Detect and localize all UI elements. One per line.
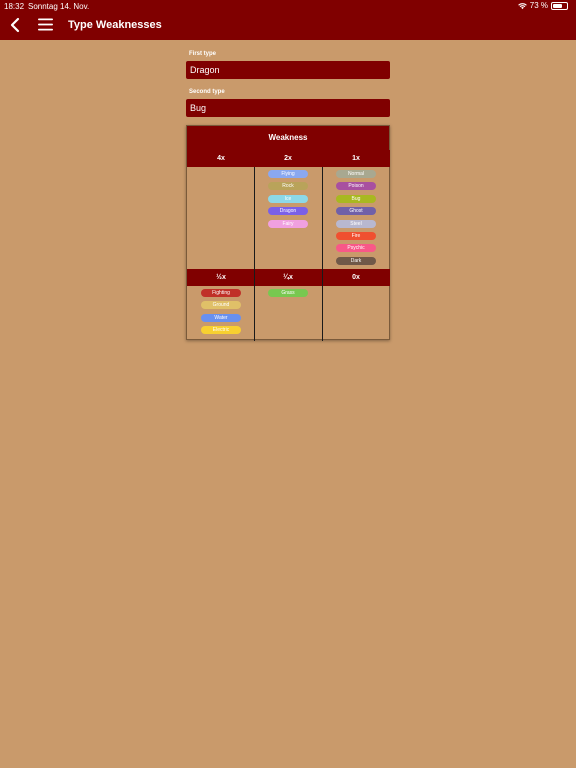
type-badge-fighting: Fighting	[201, 289, 241, 297]
type-cell: Flying Rock Ice Dragon Fairy	[254, 167, 322, 269]
column-header: 2x	[254, 150, 322, 167]
column-divider	[254, 167, 255, 341]
type-badge-bug: Bug	[336, 194, 376, 203]
type-cell: Grass	[254, 286, 322, 340]
column-divider	[322, 167, 323, 341]
status-indicators: 73 %	[517, 1, 568, 10]
wifi-icon	[517, 2, 527, 9]
type-cell: Fighting Ground Water Electric	[187, 286, 255, 340]
type-badge-poison: Poison	[336, 182, 376, 191]
type-badge-ground: Ground	[201, 301, 241, 310]
type-badge-psychic: Psychic	[336, 244, 376, 253]
type-badge-dark: Dark	[336, 256, 376, 265]
second-type-select[interactable]: Bug	[186, 99, 390, 117]
status-date: Sonntag 14. Nov.	[28, 2, 90, 11]
type-badge-rock: Rock	[268, 182, 308, 191]
type-badge-normal: Normal	[336, 170, 376, 178]
type-badge-dragon: Dragon	[268, 207, 308, 216]
weakness-title: Weakness	[187, 126, 389, 150]
app-header: 18:32 Sonntag 14. Nov. 73 % Type Weaknes…	[0, 0, 576, 40]
column-header: 0x	[322, 269, 390, 286]
type-cell: Normal Poison Bug Ghost Steel Fire Psychic Dark	[322, 167, 390, 269]
battery-percentage: 73 %	[529, 1, 548, 10]
type-badge-electric: Electric	[201, 326, 241, 335]
column-header: ¼x	[254, 269, 322, 286]
status-bar: 18:32 Sonntag 14. Nov. 73 %	[0, 0, 576, 12]
type-badge-water: Water	[201, 313, 241, 322]
first-type-select[interactable]: Dragon	[186, 61, 390, 79]
type-badge-ghost: Ghost	[336, 207, 376, 216]
type-badge-steel: Steel	[336, 219, 376, 228]
second-type-label: Second type	[189, 89, 225, 95]
column-header: ½x	[187, 269, 255, 286]
type-badge-flying: Flying	[268, 170, 308, 178]
column-header: 1x	[322, 150, 390, 167]
page-title: Type Weaknesses	[68, 19, 162, 31]
type-badge-fire: Fire	[336, 232, 376, 240]
hamburger-menu-icon[interactable]	[38, 18, 53, 31]
type-cell	[187, 167, 255, 269]
back-chevron-icon[interactable]	[9, 17, 21, 33]
type-badge-ice: Ice	[268, 194, 308, 203]
type-badge-grass: Grass	[268, 289, 308, 297]
weakness-table: Weakness 4x 2x Flying Rock Ice Dragon Fairy 1x N…	[186, 125, 390, 341]
type-badge-fairy: Fairy	[268, 219, 308, 228]
type-cell	[322, 286, 390, 340]
column-header: 4x	[187, 150, 255, 167]
first-type-label: First type	[189, 51, 217, 57]
status-time: 18:32	[4, 2, 25, 11]
battery-icon	[551, 1, 568, 10]
